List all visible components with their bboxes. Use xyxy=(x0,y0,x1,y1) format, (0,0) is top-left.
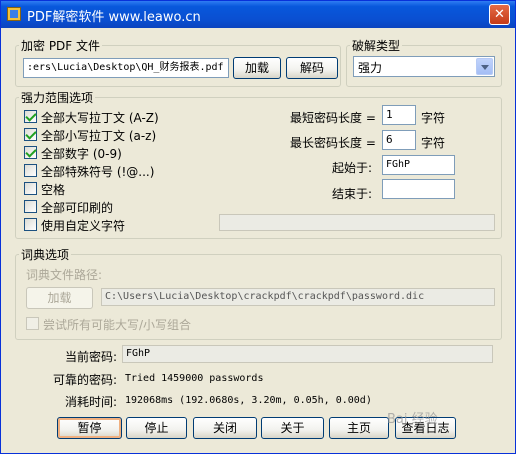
charset-option[interactable]: 使用自定义字符 xyxy=(24,217,224,233)
case-combo-label: 尝试所有可能大写/小写组合 xyxy=(43,318,192,332)
title-bar[interactable]: PDF解密软件 www.leawo.cn ✕ xyxy=(1,1,515,28)
charset-option-label: 全部小写拉丁文 (a-z) xyxy=(41,129,157,143)
case-combo-checkbox: 尝试所有可能大写/小写组合 xyxy=(26,316,266,332)
current-password-field: FGhP xyxy=(122,345,493,363)
charset-option[interactable]: 全部大写拉丁文 (A-Z) xyxy=(24,109,224,125)
max-length-unit: 字符 xyxy=(421,136,446,150)
checkbox-unchecked-icon[interactable] xyxy=(24,182,37,195)
checkbox-unchecked-icon[interactable] xyxy=(24,218,37,231)
close-window-button[interactable]: ✕ xyxy=(489,4,510,25)
load-dictionary-button: 加载 xyxy=(26,287,93,309)
close-button[interactable]: 关闭 xyxy=(193,417,257,439)
crack-type-select[interactable]: 强力 xyxy=(353,56,495,77)
charset-option-label: 全部可印刷的 xyxy=(41,201,114,215)
min-length-label: 最短密码长度 = xyxy=(290,111,376,125)
charset-option[interactable]: 全部特殊符号 (!@...) xyxy=(24,163,224,179)
min-length-unit: 字符 xyxy=(421,111,446,125)
charset-options: 全部大写拉丁文 (A-Z) 全部小写拉丁文 (a-z) 全部数字 (0-9) 全部特殊… xyxy=(24,109,224,233)
watermark: Bai 经验 xyxy=(387,412,438,427)
case-combo-box xyxy=(26,317,39,330)
charset-option-label: 使用自定义字符 xyxy=(41,219,126,233)
brute-force-label: 强力范围选项 xyxy=(19,89,96,106)
crack-type-label: 破解类型 xyxy=(350,37,403,54)
pause-button[interactable]: 暂停 xyxy=(57,417,122,439)
stop-button[interactable]: 停止 xyxy=(126,417,187,439)
charset-option[interactable]: 空格 xyxy=(24,181,224,197)
current-password-label: 当前密码: xyxy=(65,350,118,364)
decrypt-button[interactable]: 解码 xyxy=(286,57,338,79)
charset-option-label: 全部数字 (0-9) xyxy=(41,147,122,161)
checkbox-unchecked-icon[interactable] xyxy=(24,164,37,177)
load-pdf-button[interactable]: 加载 xyxy=(233,57,281,79)
max-length-label: 最长密码长度 = xyxy=(290,136,376,150)
start-label: 起始于: xyxy=(332,161,373,175)
about-button[interactable]: 关于 xyxy=(261,417,324,439)
possible-password-label: 可靠的密码: xyxy=(53,373,118,387)
charset-option-label: 全部特殊符号 (!@...) xyxy=(41,165,155,179)
charset-option[interactable]: 全部可印刷的 xyxy=(24,199,224,215)
elapsed-time-value: 192068ms (192.0680s, 3.20m, 0.05h, 0.00d… xyxy=(125,395,372,406)
charset-option-label: 空格 xyxy=(41,183,66,197)
charset-option[interactable]: 全部数字 (0-9) xyxy=(24,145,224,161)
pdf-path-field[interactable]: :ers\Lucia\Desktop\QH_财务报表.pdf xyxy=(23,58,229,78)
possible-password-value: Tried 1459000 passwords xyxy=(125,373,264,384)
app-icon xyxy=(7,7,21,21)
end-label: 结束于: xyxy=(332,187,373,201)
min-length-input[interactable]: 1 xyxy=(382,105,416,125)
end-input[interactable] xyxy=(382,179,455,199)
custom-charset-input xyxy=(219,214,495,231)
charset-option-label: 全部大写拉丁文 (A-Z) xyxy=(41,111,159,125)
dictionary-path-field: C:\Users\Lucia\Desktop\crackpdf\crackpdf… xyxy=(101,288,495,306)
max-length-input[interactable]: 6 xyxy=(382,130,416,150)
dictionary-path-label: 词典文件路径: xyxy=(26,268,103,282)
window-title: PDF解密软件 www.leawo.cn xyxy=(27,10,201,25)
dictionary-label: 词典选项 xyxy=(19,246,72,263)
home-button[interactable]: 主页 xyxy=(329,417,389,439)
checkbox-checked-icon[interactable] xyxy=(24,146,37,159)
charset-option[interactable]: 全部小写拉丁文 (a-z) xyxy=(24,127,224,143)
start-input[interactable]: FGhP xyxy=(382,155,455,175)
elapsed-time-label: 消耗时间: xyxy=(65,395,118,409)
crack-type-value: 强力 xyxy=(358,61,383,75)
main-window: PDF解密软件 www.leawo.cn ✕ 加密 PDF 文件 :ers\Lu… xyxy=(0,0,516,454)
checkbox-checked-icon[interactable] xyxy=(24,110,37,123)
file-group-label: 加密 PDF 文件 xyxy=(19,37,103,54)
checkbox-checked-icon[interactable] xyxy=(24,128,37,141)
chevron-down-icon[interactable] xyxy=(476,58,493,75)
checkbox-unchecked-icon[interactable] xyxy=(24,200,37,213)
